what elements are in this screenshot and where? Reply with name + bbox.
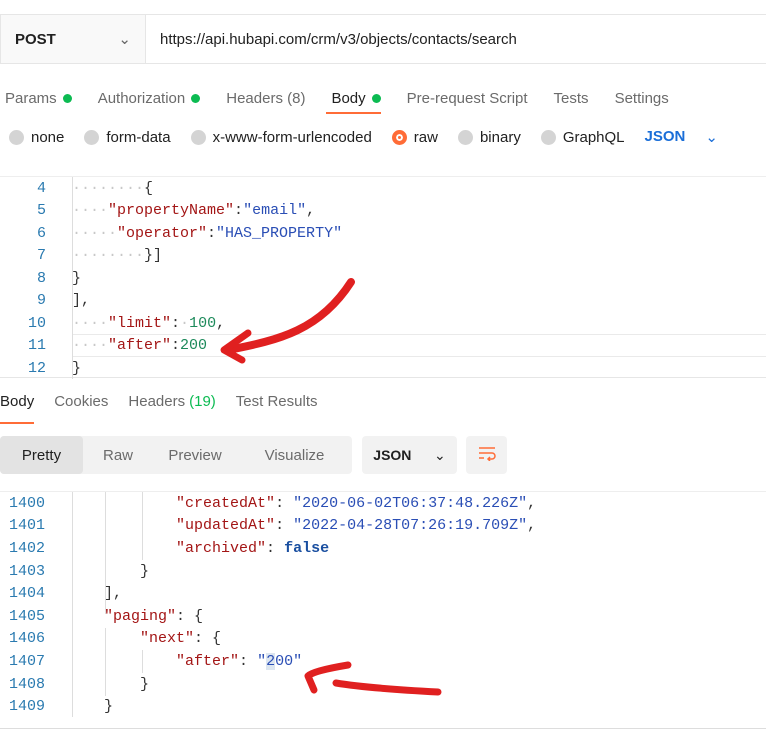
arrow-to-request-after xyxy=(224,278,355,354)
red-arrow-annotations xyxy=(220,278,442,696)
arrow-to-response-after xyxy=(332,679,442,696)
